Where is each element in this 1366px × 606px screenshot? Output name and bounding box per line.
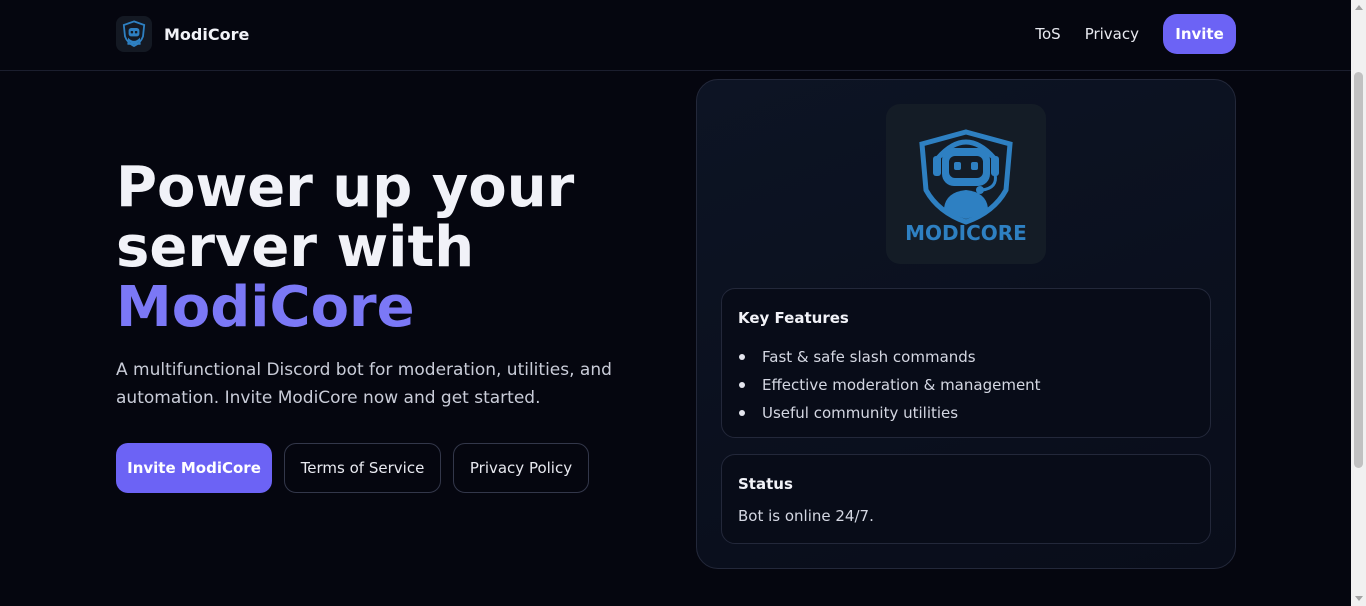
feature-text: Effective moderation & management bbox=[762, 376, 1041, 394]
nav-tos-link[interactable]: ToS bbox=[1035, 15, 1060, 53]
hero-subtitle: A multifunctional Discord bot for modera… bbox=[116, 360, 612, 408]
brand-name: ModiCore bbox=[164, 24, 250, 44]
terms-of-service-button[interactable]: Terms of Service bbox=[284, 443, 441, 493]
status-heading: Status bbox=[738, 475, 793, 493]
status-panel: Status Bot is online 24/7. bbox=[721, 454, 1211, 544]
robot-shield-icon: MODICORE bbox=[886, 104, 1046, 264]
hero-title-accent: ModiCore bbox=[116, 275, 415, 340]
nav-privacy-link[interactable]: Privacy bbox=[1085, 15, 1139, 53]
brand[interactable]: ModiCore bbox=[116, 16, 249, 52]
key-features-heading: Key Features bbox=[738, 309, 849, 327]
feature-text: Fast & safe slash commands bbox=[762, 348, 976, 366]
main-nav: ToS Privacy Invite bbox=[1035, 14, 1236, 54]
hero-actions: Invite ModiCore Terms of Service Privacy… bbox=[116, 443, 589, 493]
hero-title: Power up your server with ModiCore bbox=[116, 158, 676, 338]
hero-title-line-2: server with bbox=[116, 215, 475, 280]
scrollbar-thumb[interactable] bbox=[1354, 72, 1363, 468]
feature-text: Useful community utilities bbox=[762, 404, 959, 422]
status-text: Bot is online 24/7. bbox=[738, 507, 874, 525]
feature-list: Fast & safe slash commands Effective mod… bbox=[738, 343, 1041, 427]
bullet-icon bbox=[739, 410, 745, 416]
list-item: Effective moderation & management bbox=[738, 371, 1041, 399]
hero-title-line-1: Power up your bbox=[116, 155, 575, 220]
list-item: Useful community utilities bbox=[738, 399, 1041, 427]
vertical-scrollbar[interactable] bbox=[1351, 0, 1366, 606]
bullet-icon bbox=[739, 382, 745, 388]
top-navbar: ModiCore ToS Privacy Invite bbox=[0, 0, 1351, 71]
list-item: Fast & safe slash commands bbox=[738, 343, 1041, 371]
info-card: MODICORE Key Features Fast & safe slash … bbox=[696, 79, 1236, 569]
scroll-down-arrow-icon[interactable] bbox=[1355, 596, 1363, 601]
privacy-policy-button[interactable]: Privacy Policy bbox=[453, 443, 589, 493]
nav-invite-button[interactable]: Invite bbox=[1163, 14, 1236, 54]
card-logo-text: MODICORE bbox=[905, 221, 1027, 245]
page: ModiCore ToS Privacy Invite Power up you… bbox=[0, 0, 1366, 606]
key-features-panel: Key Features Fast & safe slash commands … bbox=[721, 288, 1211, 438]
scroll-up-arrow-icon[interactable] bbox=[1355, 5, 1363, 10]
bullet-icon bbox=[739, 354, 745, 360]
robot-shield-icon bbox=[116, 16, 152, 52]
invite-modicore-button[interactable]: Invite ModiCore bbox=[116, 443, 272, 493]
